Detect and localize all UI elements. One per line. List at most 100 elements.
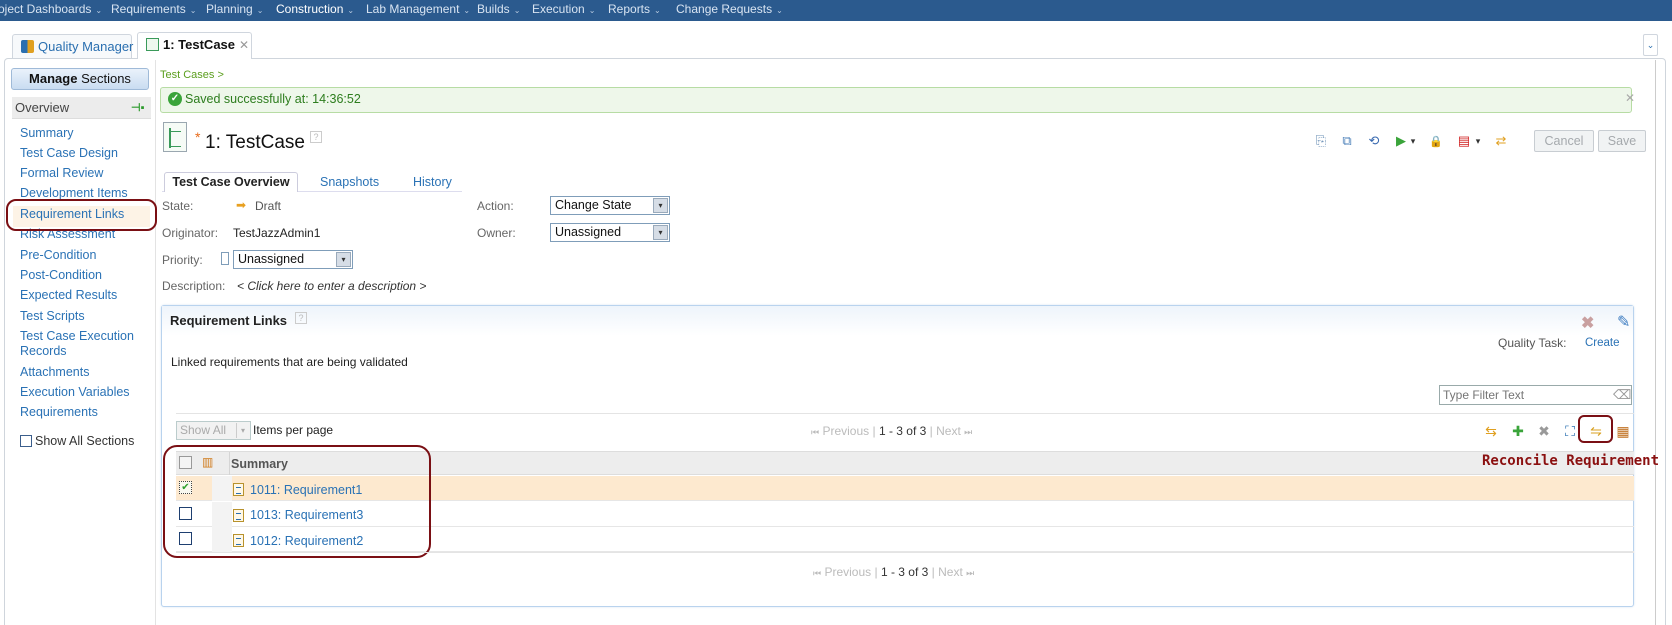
edit-pencil-icon[interactable]: ✎ [1617, 312, 1630, 332]
checkbox[interactable] [20, 435, 32, 447]
tab-test-case[interactable]: 1: TestCase ✕ [137, 32, 252, 59]
run-dropdown-icon[interactable]: ▾ [1408, 133, 1418, 149]
test-case-large-icon [163, 122, 187, 152]
copy-icon[interactable]: ⎘ [1313, 133, 1329, 149]
requirement-links-description: Linked requirements that are being valid… [171, 355, 408, 369]
save-button[interactable]: Save [1598, 130, 1646, 152]
quality-task-label: Quality Task: [1498, 336, 1567, 350]
sidebar-item-pre-condition[interactable]: Pre-Condition [20, 248, 96, 263]
nav-change-requests[interactable]: Change Requests ⌄ [676, 2, 783, 16]
next-page-link[interactable]: Next [936, 424, 961, 438]
previous-page-link[interactable]: Previous [824, 565, 871, 579]
next-page-link[interactable]: Next [938, 565, 963, 579]
remove-icon[interactable]: ✖ [1535, 423, 1553, 439]
last-page-icon[interactable]: ⏭ [966, 568, 974, 578]
pdf-icon[interactable]: ▤ [1456, 133, 1472, 149]
sidebar-item-test-scripts[interactable]: Test Scripts [20, 309, 85, 324]
sidebar-item-expected-results[interactable]: Expected Results [20, 288, 117, 303]
requirement-links-title: Requirement Links [170, 313, 288, 328]
add-icon[interactable]: ✚ [1509, 423, 1527, 439]
sidebar-divider [155, 60, 156, 625]
requirement-links-header [162, 306, 1633, 336]
nav-execution[interactable]: Execution ⌄ [532, 2, 595, 16]
chevron-down-icon: ▾ [236, 423, 249, 438]
right-border [1655, 60, 1656, 625]
state-label: State: [162, 199, 194, 213]
sidebar-item-formal-review[interactable]: Formal Review [20, 166, 103, 181]
cancel-button[interactable]: Cancel [1534, 130, 1594, 152]
link-icon[interactable]: ⛶ [1561, 423, 1579, 439]
breadcrumb[interactable]: Test Cases > [160, 69, 224, 81]
nav-builds[interactable]: Builds ⌄ [477, 2, 520, 16]
nav-project-dashboards[interactable]: oject Dashboards ⌄ [0, 2, 102, 16]
originator-value: TestJazzAdmin1 [233, 226, 321, 240]
close-notification-icon[interactable]: ✕ [1625, 91, 1635, 105]
toolbar-separator [176, 413, 1634, 414]
quality-manager-icon [21, 40, 34, 53]
tab-history[interactable]: History [413, 175, 452, 189]
tab-quality-manager[interactable]: Quality Manager [12, 34, 133, 58]
owner-label: Owner: [477, 226, 516, 240]
sidebar-item-summary[interactable]: Summary [20, 126, 73, 141]
filter-input[interactable] [1439, 385, 1632, 405]
sidebar-item-test-case-execution-records[interactable]: Test Case Execution [20, 329, 134, 344]
sync-icon[interactable]: ⟲ [1366, 133, 1382, 149]
sidebar-item-execution-variables[interactable]: Execution Variables [20, 385, 130, 400]
description-field[interactable]: < Click here to enter a description > [237, 279, 426, 293]
pdf-dropdown-icon[interactable]: ▾ [1473, 133, 1483, 149]
state-arrow-icon: ➡ [236, 198, 247, 212]
create-quality-task-link[interactable]: Create [1585, 337, 1620, 349]
description-label: Description: [162, 279, 226, 293]
items-per-page-label: Items per page [253, 423, 334, 437]
priority-color-swatch [221, 252, 229, 265]
annotation-highlight-requirement-links [6, 199, 157, 231]
originator-label: Originator: [162, 226, 219, 240]
pin-icon[interactable]: ⊣▪ [131, 101, 144, 114]
manage-sections-button[interactable]: Manage Sections [11, 68, 149, 90]
close-tab-icon[interactable]: ✕ [239, 38, 249, 52]
state-value: Draft [255, 199, 282, 213]
action-label: Action: [477, 199, 514, 213]
priority-select[interactable]: Unassigned ▾ [233, 250, 353, 269]
items-per-page-select[interactable]: Show All ▾ [176, 421, 251, 440]
lock-icon[interactable]: 🔒 [1428, 133, 1444, 149]
sidebar-item-test-case-execution-records-line2[interactable]: Records [20, 344, 67, 359]
sidebar-item-test-case-design[interactable]: Test Case Design [20, 146, 118, 161]
column-config-icon[interactable]: ▦ [1614, 423, 1632, 439]
top-navigation-bar: oject Dashboards ⌄ Requirements ⌄ Planning… [0, 0, 1672, 21]
sidebar-item-requirements[interactable]: Requirements [20, 405, 98, 420]
nav-construction[interactable]: Construction ⌄ [276, 2, 354, 16]
last-page-icon[interactable]: ⏭ [964, 427, 972, 437]
duplicate-icon[interactable]: ⧉ [1339, 133, 1355, 149]
close-section-icon[interactable]: ✖ [1581, 313, 1594, 333]
previous-page-link[interactable]: Previous [822, 424, 869, 438]
annotation-label-reconcile-requirement: Reconcile Requirement [1482, 453, 1660, 469]
action-select[interactable]: Change State ▾ [550, 196, 670, 215]
clear-filter-icon[interactable]: ⌫ [1613, 387, 1631, 403]
annotation-highlight-reconcile [1578, 415, 1613, 443]
owner-select[interactable]: Unassigned ▾ [550, 223, 670, 242]
sidebar-item-attachments[interactable]: Attachments [20, 365, 89, 380]
chevron-down-icon: ▾ [653, 198, 668, 213]
first-page-icon[interactable]: ⏮ [813, 568, 821, 578]
tab-snapshots[interactable]: Snapshots [320, 175, 379, 189]
saved-notification-bar [160, 87, 1632, 113]
nav-lab-management[interactable]: Lab Management ⌄ [366, 2, 470, 16]
refresh-icon[interactable]: ⇆ [1482, 423, 1500, 439]
success-check-icon: ✓ [168, 92, 182, 106]
nav-reports[interactable]: Reports ⌄ [608, 2, 661, 16]
nav-requirements[interactable]: Requirements ⌄ [111, 2, 196, 16]
priority-label: Priority: [162, 253, 203, 267]
tabs-dropdown-button[interactable]: ⌄ [1643, 34, 1658, 56]
pager-bottom: ⏮ Previous | 1 - 3 of 3 | Next ⏭ [813, 565, 975, 579]
pager-top: ⏮ Previous | 1 - 3 of 3 | Next ⏭ [811, 424, 973, 438]
tab-test-case-overview[interactable]: Test Case Overview [164, 172, 298, 192]
first-page-icon[interactable]: ⏮ [811, 427, 819, 437]
sidebar-item-post-condition[interactable]: Post-Condition [20, 268, 102, 283]
refresh-icon[interactable]: ⇄ [1493, 133, 1509, 149]
help-icon[interactable]: ? [295, 312, 307, 324]
nav-planning[interactable]: Planning ⌄ [206, 2, 263, 16]
show-all-sections-checkbox[interactable]: Show All Sections [20, 434, 134, 448]
run-icon[interactable]: ▶ [1393, 133, 1409, 149]
help-icon[interactable]: ? [310, 131, 322, 143]
